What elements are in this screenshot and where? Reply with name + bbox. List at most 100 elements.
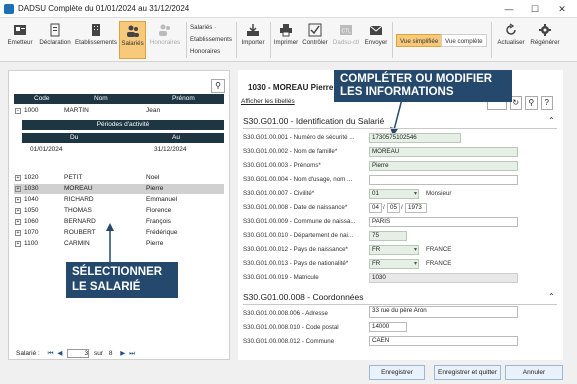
show-labels-link[interactable]: Afficher les libellés xyxy=(241,98,295,105)
checkbox-icon xyxy=(308,23,322,37)
field-label-nom: S30.G01.00.002 - Nom de famille* xyxy=(243,148,338,155)
collapse-section-icon[interactable]: ⌃ xyxy=(548,116,555,125)
entity-menu: Salariés · Etablissements Honoraires xyxy=(190,22,232,58)
gear-icon xyxy=(539,24,551,36)
table-row[interactable]: + 1020 PETIT Noel xyxy=(14,173,224,183)
building-icon xyxy=(92,24,100,36)
employee-pager: Salarié : ⏮ ◀ 3 sur 8 ▶ ⏭ xyxy=(16,349,135,358)
ribbon-separator xyxy=(186,22,187,58)
col-header-prenom: Prénom xyxy=(172,95,195,102)
field-label-nom-usage: S30.G01.00.004 - Nom d'usage, nom ... xyxy=(243,176,353,183)
help-button[interactable]: ? xyxy=(540,96,553,110)
honoraires-button[interactable]: Honoraires xyxy=(147,21,183,59)
expand-icon[interactable]: + xyxy=(15,175,21,181)
declaration-button[interactable]: Déclaration xyxy=(37,21,73,59)
date-separator: / xyxy=(401,204,403,211)
prev-page-icon[interactable]: ◀ xyxy=(57,350,62,357)
menu-item-etablissements[interactable]: Etablissements xyxy=(190,34,232,46)
id-card-icon xyxy=(14,25,26,35)
field-label-code-postal: S30.G01.00.008.010 - Code postal xyxy=(243,324,339,331)
importer-button[interactable]: Importer xyxy=(240,21,266,59)
enregistrer-button[interactable]: Enregistrer xyxy=(369,365,425,380)
period-row[interactable]: 01/01/2024 31/12/2024 xyxy=(22,145,224,155)
field-nir-input[interactable]: 1730575102546 xyxy=(369,133,461,143)
minimize-button[interactable]: — xyxy=(497,2,521,16)
field-matricule-input[interactable]: 1030 xyxy=(369,273,518,283)
last-page-icon[interactable]: ⏭ xyxy=(129,350,135,357)
regenerer-button[interactable]: Régénérer xyxy=(529,21,561,59)
menu-item-salaries[interactable]: Salariés · xyxy=(190,22,232,34)
imprimer-button[interactable]: Imprimer xyxy=(273,21,299,59)
app-logo-icon xyxy=(4,4,14,14)
field-birth-year[interactable]: 1973 xyxy=(405,203,427,213)
collapse-icon[interactable]: − xyxy=(15,108,21,114)
field-label-adresse: S30.G01.00.008.006 - Adresse xyxy=(243,310,328,317)
ribbon-toolbar: Emetteur Déclaration Etablissements Sala… xyxy=(0,18,577,62)
salaries-button[interactable]: Salariés xyxy=(119,21,146,59)
enregistrer-quitter-button[interactable]: Enregistrer et quitter xyxy=(434,365,501,380)
emetteur-button[interactable]: Emetteur xyxy=(4,21,36,59)
field-pays-naissance-label: FRANCE xyxy=(426,246,452,253)
window-title: DADSU Complète du 01/01/2024 au 31/12/20… xyxy=(18,4,190,13)
search-button[interactable]: ⚲ xyxy=(211,79,225,93)
ribbon-separator xyxy=(270,22,271,58)
field-label-departement: S30.G01.00.010 - Département de nai... xyxy=(243,232,354,239)
close-button[interactable]: ✕ xyxy=(550,2,574,16)
field-commune-naissance-input[interactable]: PARIS xyxy=(369,217,518,227)
field-civilite-select[interactable]: 01 xyxy=(369,189,419,199)
search-tool-button[interactable]: ⚲ xyxy=(525,96,538,110)
first-page-icon[interactable]: ⏮ xyxy=(48,350,54,357)
controler-button[interactable]: Contrôler xyxy=(301,21,329,59)
next-page-icon[interactable]: ▶ xyxy=(120,350,125,357)
field-code-postal-input[interactable]: 14000 xyxy=(369,322,407,332)
callout-arrow-left xyxy=(106,223,114,265)
help-icon: ? xyxy=(544,98,549,107)
ctl-icon: CTL xyxy=(340,25,352,35)
field-commune-input[interactable]: CAEN xyxy=(369,336,518,346)
field-nom-input[interactable]: MOREAU xyxy=(369,147,518,157)
dadsu-ctl-button[interactable]: CTL Dadsu-ctl xyxy=(331,21,361,59)
field-nationalite-select[interactable]: FR xyxy=(369,259,419,269)
actualiser-button[interactable]: Actualiser xyxy=(494,21,528,59)
import-icon xyxy=(247,24,259,36)
expand-icon[interactable]: + xyxy=(15,241,21,247)
expand-icon[interactable]: + xyxy=(15,219,21,225)
envoyer-button[interactable]: Envoyer xyxy=(362,21,390,59)
annuler-button[interactable]: Annuler xyxy=(505,365,563,380)
field-birth-day[interactable]: 04 xyxy=(369,203,382,213)
field-departement-input[interactable]: 75 xyxy=(369,231,407,241)
menu-item-honoraires[interactable]: Honoraires xyxy=(190,46,232,58)
expand-icon[interactable]: + xyxy=(15,230,21,236)
maximize-button[interactable]: ☐ xyxy=(523,2,547,16)
field-prenoms-input[interactable]: Pierre xyxy=(369,161,518,171)
field-birth-month[interactable]: 05 xyxy=(387,203,400,213)
field-pays-naissance-select[interactable]: FR xyxy=(369,245,419,255)
field-adresse-input[interactable]: 33 rue du père Aron xyxy=(369,306,518,318)
pager-total: 8 xyxy=(108,350,113,358)
pager-label: Salarié : xyxy=(16,350,40,358)
section-coordonnees-title: S30.G01.00.008 - Coordonnées xyxy=(243,292,364,302)
expand-icon[interactable]: + xyxy=(15,208,21,214)
callout-arrow-right xyxy=(390,98,403,136)
pager-current-input[interactable]: 3 xyxy=(67,349,90,358)
table-row[interactable]: + 1050 THOMAS Florence xyxy=(14,206,224,216)
expand-icon[interactable]: + xyxy=(15,186,21,192)
field-label-matricule: S30.G01.00.019 - Matricule xyxy=(243,274,319,281)
etablissements-button[interactable]: Etablissements xyxy=(74,21,118,59)
collapse-section-icon[interactable]: ⌃ xyxy=(548,292,555,301)
vue-complete-toggle[interactable]: Vue complète xyxy=(441,34,487,47)
document-icon xyxy=(50,23,60,37)
table-row[interactable]: + 1040 RICHARD Emmanuel xyxy=(14,195,224,205)
table-row-selected[interactable]: + 1030 MOREAU Pierre xyxy=(14,184,224,194)
ribbon-separator xyxy=(392,22,393,58)
field-nom-usage-input[interactable] xyxy=(369,175,518,185)
vue-simplifiee-toggle[interactable]: Vue simplifiée xyxy=(396,34,443,47)
expand-icon[interactable]: + xyxy=(15,197,21,203)
pager-sep: sur xyxy=(93,350,103,358)
section-divider xyxy=(243,304,557,305)
field-label-prenoms: S30.G01.00.003 - Prénoms* xyxy=(243,162,321,169)
section-divider xyxy=(243,128,557,129)
table-row[interactable]: − 1000 MARTIN Jean xyxy=(14,106,224,116)
employee-table-header: Code Nom Prénom xyxy=(14,94,224,104)
date-separator: / xyxy=(383,204,385,211)
